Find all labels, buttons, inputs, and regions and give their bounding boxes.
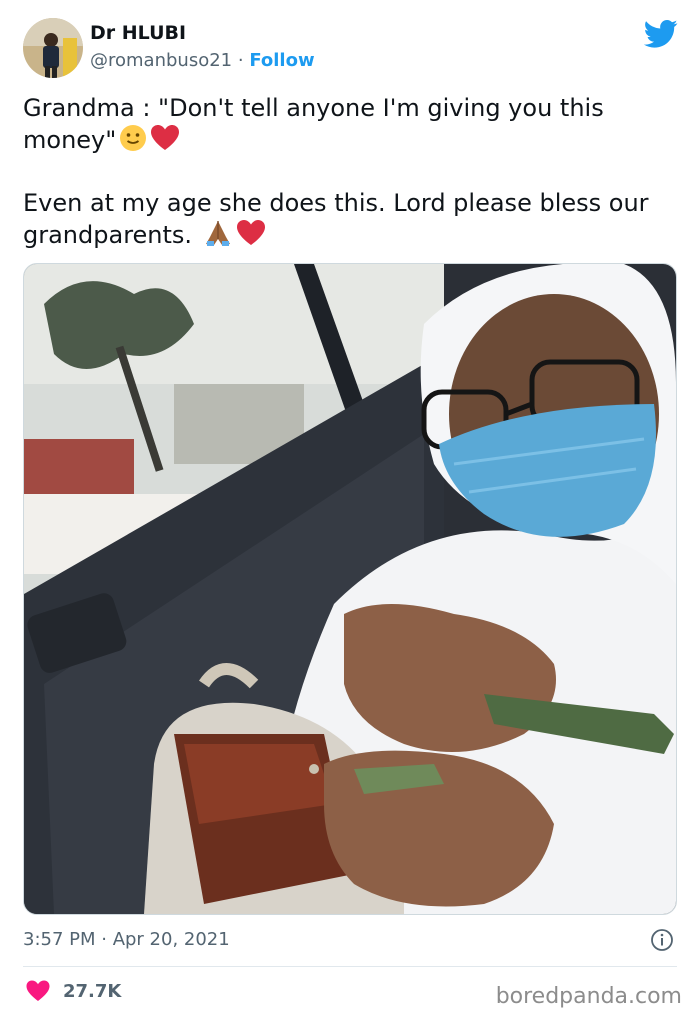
tweet-paragraph-2: Even at my age she does this. Lord pleas… <box>23 187 673 255</box>
like-row[interactable]: 27.7K <box>26 980 121 1002</box>
twitter-bird-icon[interactable] <box>644 19 678 49</box>
tweet-card: Dr HLUBI @romanbuso21 · Follow Grandma :… <box>0 0 700 1019</box>
tweet-line-2: Even at my age she does this. Lord pleas… <box>23 189 649 249</box>
tweet-line-1: Grandma : "Don't tell anyone I'm giving … <box>23 94 604 154</box>
follow-button[interactable]: Follow <box>249 50 314 71</box>
tweet-photo[interactable] <box>23 263 677 915</box>
divider <box>23 966 677 967</box>
heart-like-icon[interactable] <box>26 980 50 1002</box>
red-heart-icon <box>236 219 266 255</box>
avatar[interactable] <box>23 18 83 78</box>
folded-hands-icon <box>203 219 233 255</box>
slightly-smiling-face-icon <box>119 124 147 160</box>
tweet-text: Grandma : "Don't tell anyone I'm giving … <box>23 92 673 255</box>
author-name[interactable]: Dr HLUBI <box>90 22 186 44</box>
red-heart-icon <box>150 124 180 160</box>
like-count: 27.7K <box>63 980 122 1002</box>
photo-illustration <box>24 264 676 914</box>
watermark: boredpanda.com <box>495 984 682 1009</box>
tweet-paragraph-1: Grandma : "Don't tell anyone I'm giving … <box>23 92 673 160</box>
info-icon[interactable] <box>650 928 674 952</box>
handle-separator: · <box>237 50 244 71</box>
author-handle-line: @romanbuso21 · Follow <box>90 50 315 71</box>
author-handle[interactable]: @romanbuso21 <box>90 50 232 71</box>
tweet-timestamp[interactable]: 3:57 PM · Apr 20, 2021 <box>23 929 230 950</box>
